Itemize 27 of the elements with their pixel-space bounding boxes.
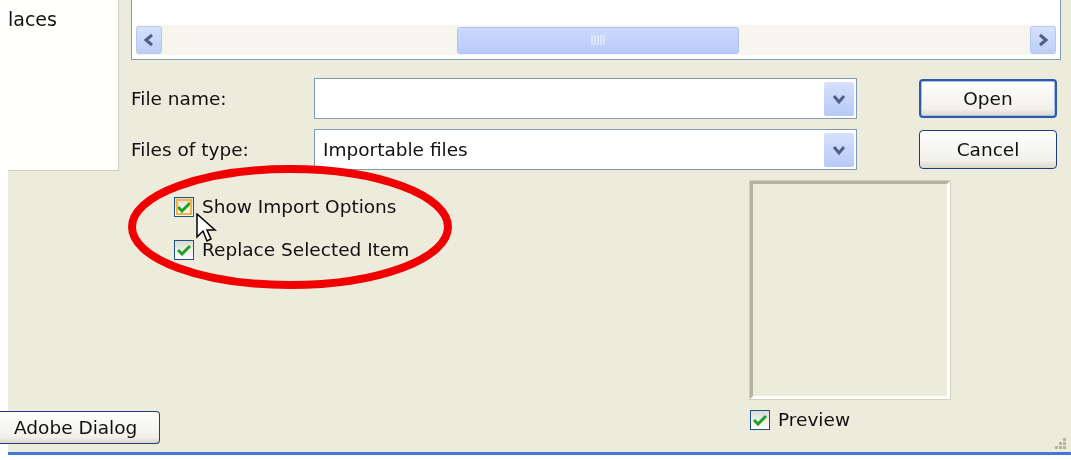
scrollbar-thumb[interactable] [457,26,739,54]
chevron-left-icon [142,33,156,47]
pointer-cursor-icon [196,213,217,243]
checkbox-label[interactable]: Show Import Options [202,196,397,217]
dropdown-button[interactable] [824,132,854,167]
checkbox-label[interactable]: Preview [778,409,850,430]
dropdown-button[interactable] [824,81,854,116]
field-label: File name: [131,88,228,109]
horizontal-scrollbar[interactable] [136,25,1056,55]
field-label: Files of type: [131,139,250,160]
combo-box[interactable] [314,78,857,119]
open-button[interactable]: Open [919,79,1057,118]
places-label[interactable]: laces [8,8,57,30]
combo-value: Importable files [323,139,468,160]
scroll-right-button[interactable] [1030,26,1056,54]
cancel-button[interactable]: Cancel [919,130,1057,169]
scroll-left-button[interactable] [136,26,162,54]
checkbox[interactable] [174,239,194,260]
check-mark-icon [753,413,767,426]
combo-box[interactable]: Importable files [314,129,857,170]
checkbox-label[interactable]: Replace Selected Item [202,239,410,260]
resize-grip-icon [1055,438,1066,449]
check-mark-icon [177,243,191,256]
chevron-right-icon [1036,33,1050,47]
grip-icon [591,35,605,45]
adobe-dialog-button[interactable]: Adobe Dialog [0,411,160,444]
checkbox[interactable] [750,409,770,430]
